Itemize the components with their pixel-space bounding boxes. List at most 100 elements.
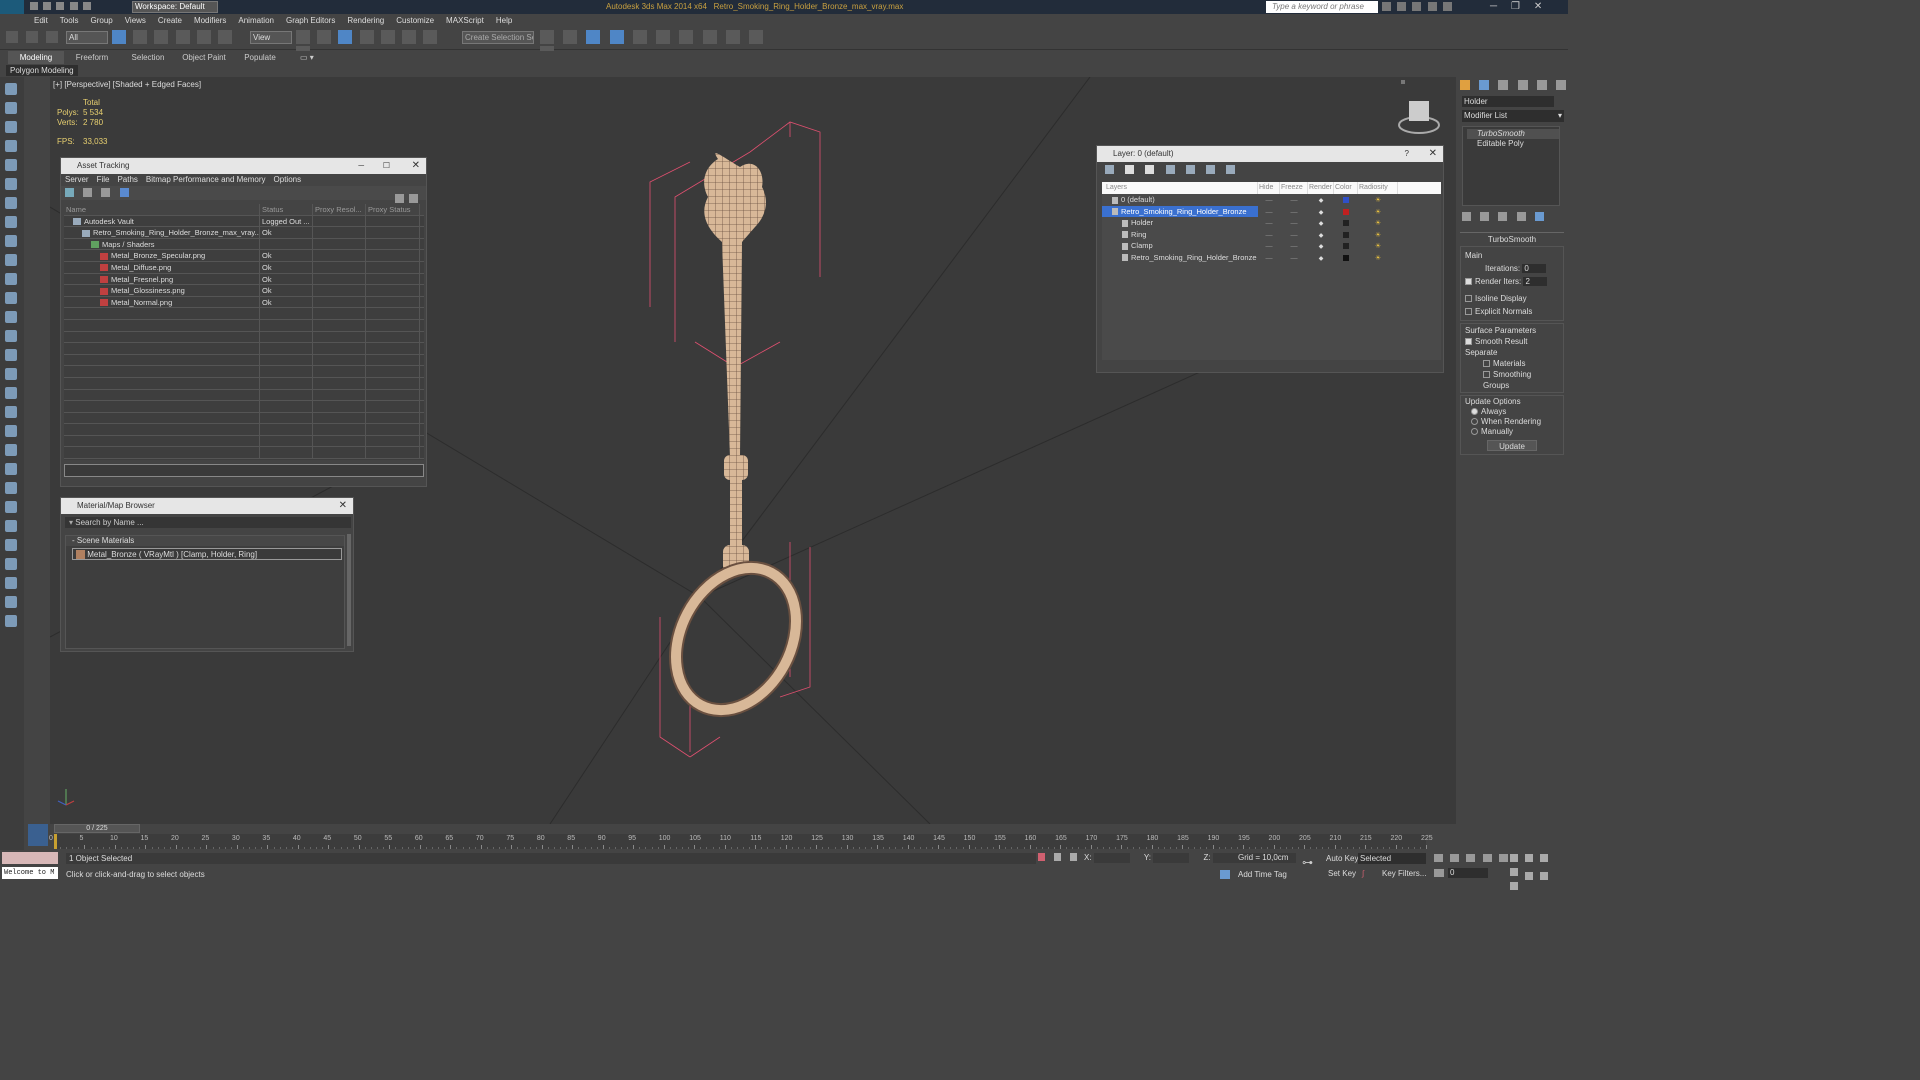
curve-editor-icon[interactable]	[632, 30, 647, 44]
spinner-snap-icon[interactable]	[423, 30, 438, 44]
layer-row[interactable]: Ring ── ── ◆ ☀	[1102, 229, 1441, 241]
cone-icon[interactable]	[5, 121, 17, 133]
mini-curve-editor-icon[interactable]	[28, 824, 48, 846]
layer-manager-icon[interactable]	[586, 30, 601, 44]
configure-sets-icon[interactable]	[1534, 212, 1544, 221]
helpers-icon[interactable]	[5, 330, 17, 342]
stack-item-editable-poly[interactable]: Editable Poly	[1467, 139, 1559, 149]
smooth-result-checkbox[interactable]	[1465, 338, 1472, 346]
sun-icon[interactable]	[5, 596, 17, 608]
restore-icon[interactable]: ❐	[1511, 1, 1520, 12]
help-icon[interactable]	[395, 194, 404, 203]
menu-help[interactable]: Help	[490, 14, 518, 27]
hide-toggle[interactable]: ──	[1258, 254, 1280, 265]
schematic-view-icon[interactable]	[656, 30, 671, 44]
layer-color-swatch[interactable]	[1334, 217, 1358, 228]
grid-view-icon[interactable]	[119, 188, 129, 197]
time-slider[interactable]: 0 / 225	[54, 824, 140, 833]
asset-row[interactable]: Metal_Bronze_Specular.png Ok	[64, 250, 424, 262]
menu-animation[interactable]: Animation	[232, 14, 280, 27]
pin-stack-icon[interactable]	[1462, 212, 1471, 221]
freeze-all-icon[interactable]	[1226, 165, 1236, 174]
lock-icon[interactable]	[1054, 853, 1062, 861]
material-browser-titlebar[interactable]: Material/Map Browser ✕	[61, 498, 353, 514]
tube-icon[interactable]	[5, 197, 17, 209]
menu-create[interactable]: Create	[152, 14, 188, 27]
key-filter-icon[interactable]: ∫	[1362, 869, 1372, 879]
selection-filter-dropdown[interactable]: All	[66, 31, 108, 44]
ribbon-tab-modeling[interactable]: Modeling	[8, 51, 64, 64]
refresh-icon[interactable]	[65, 188, 74, 197]
cylinder-icon[interactable]	[5, 178, 17, 190]
graphite-toggle-icon[interactable]	[609, 30, 624, 44]
render-setup-icon[interactable]	[702, 30, 717, 44]
ribbon-tab-freeform[interactable]: Freeform	[64, 51, 120, 64]
select-object-icon[interactable]	[112, 30, 126, 44]
asset-menu-file[interactable]: File	[97, 174, 110, 186]
asset-column-header[interactable]: Proxy Status	[366, 204, 420, 215]
angle-snap-icon[interactable]	[380, 30, 395, 44]
redo-icon[interactable]	[82, 2, 91, 10]
communication-icon[interactable]	[1412, 2, 1422, 11]
teapot-icon[interactable]	[5, 83, 17, 95]
help-icon[interactable]: ?	[1405, 146, 1409, 162]
orbit-icon[interactable]	[1540, 872, 1549, 880]
workspace-dropdown[interactable]: Workspace: Default	[132, 1, 218, 13]
move-icon[interactable]	[196, 30, 211, 44]
ref-coord-dropdown[interactable]: View	[250, 31, 292, 44]
radiosity-icon[interactable]: ☀	[1358, 195, 1398, 206]
menu-edit[interactable]: Edit	[28, 14, 54, 27]
menu-modifiers[interactable]: Modifiers	[188, 14, 232, 27]
maxscript-listener[interactable]	[2, 852, 58, 864]
absolute-mode-icon[interactable]	[1070, 853, 1078, 861]
create-tab-icon[interactable]	[1460, 80, 1470, 90]
zoom-extents-icon[interactable]	[1540, 854, 1549, 862]
layer-row[interactable]: Retro_Smoking_Ring_Holder_Bronze ── ── ◆ ☀	[1102, 252, 1441, 264]
asset-column-header[interactable]: Status	[260, 204, 313, 215]
radiosity-icon[interactable]: ☀	[1358, 230, 1398, 241]
menu-customize[interactable]: Customize	[390, 14, 440, 27]
layer-color-swatch[interactable]	[1334, 240, 1358, 251]
pan-icon[interactable]	[1525, 872, 1534, 880]
layer-column-header[interactable]: Layers	[1102, 182, 1258, 194]
lights-icon[interactable]	[5, 292, 17, 304]
open-file-icon[interactable]	[43, 2, 52, 10]
window-icon[interactable]	[5, 482, 17, 494]
ribbon-tab-object-paint[interactable]: Object Paint	[176, 51, 232, 64]
layer-column-header[interactable]: Color	[1334, 182, 1358, 194]
material-search-input[interactable]: ▾ Search by Name ...	[65, 517, 351, 528]
time-tag-icon[interactable]	[1220, 870, 1230, 879]
ribbon-tab-populate[interactable]: Populate	[232, 51, 288, 64]
bind-space-warp-icon[interactable]	[46, 31, 59, 43]
key-selection-dropdown[interactable]: Selected	[1358, 853, 1426, 864]
asset-row[interactable]: Metal_Normal.png Ok	[64, 296, 424, 309]
nurbs-icon[interactable]	[5, 444, 17, 456]
show-end-result-icon[interactable]	[1480, 212, 1490, 221]
help-icon[interactable]	[5, 615, 17, 627]
pivot-icon[interactable]	[296, 30, 310, 44]
layer-column-header[interactable]: Hide	[1258, 182, 1280, 194]
link-icon[interactable]	[6, 31, 18, 43]
favorites-icon[interactable]	[1427, 2, 1437, 11]
mr-proxy-icon[interactable]	[5, 539, 17, 551]
asset-row[interactable]: Metal_Glossiness.png Ok	[64, 285, 424, 297]
zoom-all-icon[interactable]	[1525, 854, 1534, 862]
rect-region-icon[interactable]	[154, 30, 169, 44]
align-icon[interactable]	[563, 30, 578, 44]
layer-column-header[interactable]: Freeze	[1280, 182, 1308, 194]
close-icon[interactable]: ✕	[339, 498, 347, 514]
undo-icon[interactable]	[69, 2, 78, 10]
go-to-start-icon[interactable]	[1434, 854, 1443, 862]
layer-row[interactable]: Retro_Smoking_Ring_Holder_Bronze ── ── ◆ ☀	[1102, 205, 1441, 218]
close-icon[interactable]: ✕	[1429, 146, 1437, 162]
isoline-checkbox[interactable]	[1465, 295, 1472, 303]
update-button[interactable]: Update	[1487, 440, 1537, 451]
keyboard-shortcut-icon[interactable]	[338, 30, 353, 44]
modify-tab-icon[interactable]	[1479, 80, 1490, 90]
shapes-icon[interactable]	[5, 273, 17, 285]
asset-row[interactable]: Maps / Shaders	[64, 238, 424, 251]
scene-materials-header[interactable]: - Scene Materials	[66, 536, 344, 546]
settings-icon[interactable]	[409, 194, 418, 203]
spacewarps-icon[interactable]	[5, 349, 17, 361]
unlink-icon[interactable]	[26, 31, 39, 43]
